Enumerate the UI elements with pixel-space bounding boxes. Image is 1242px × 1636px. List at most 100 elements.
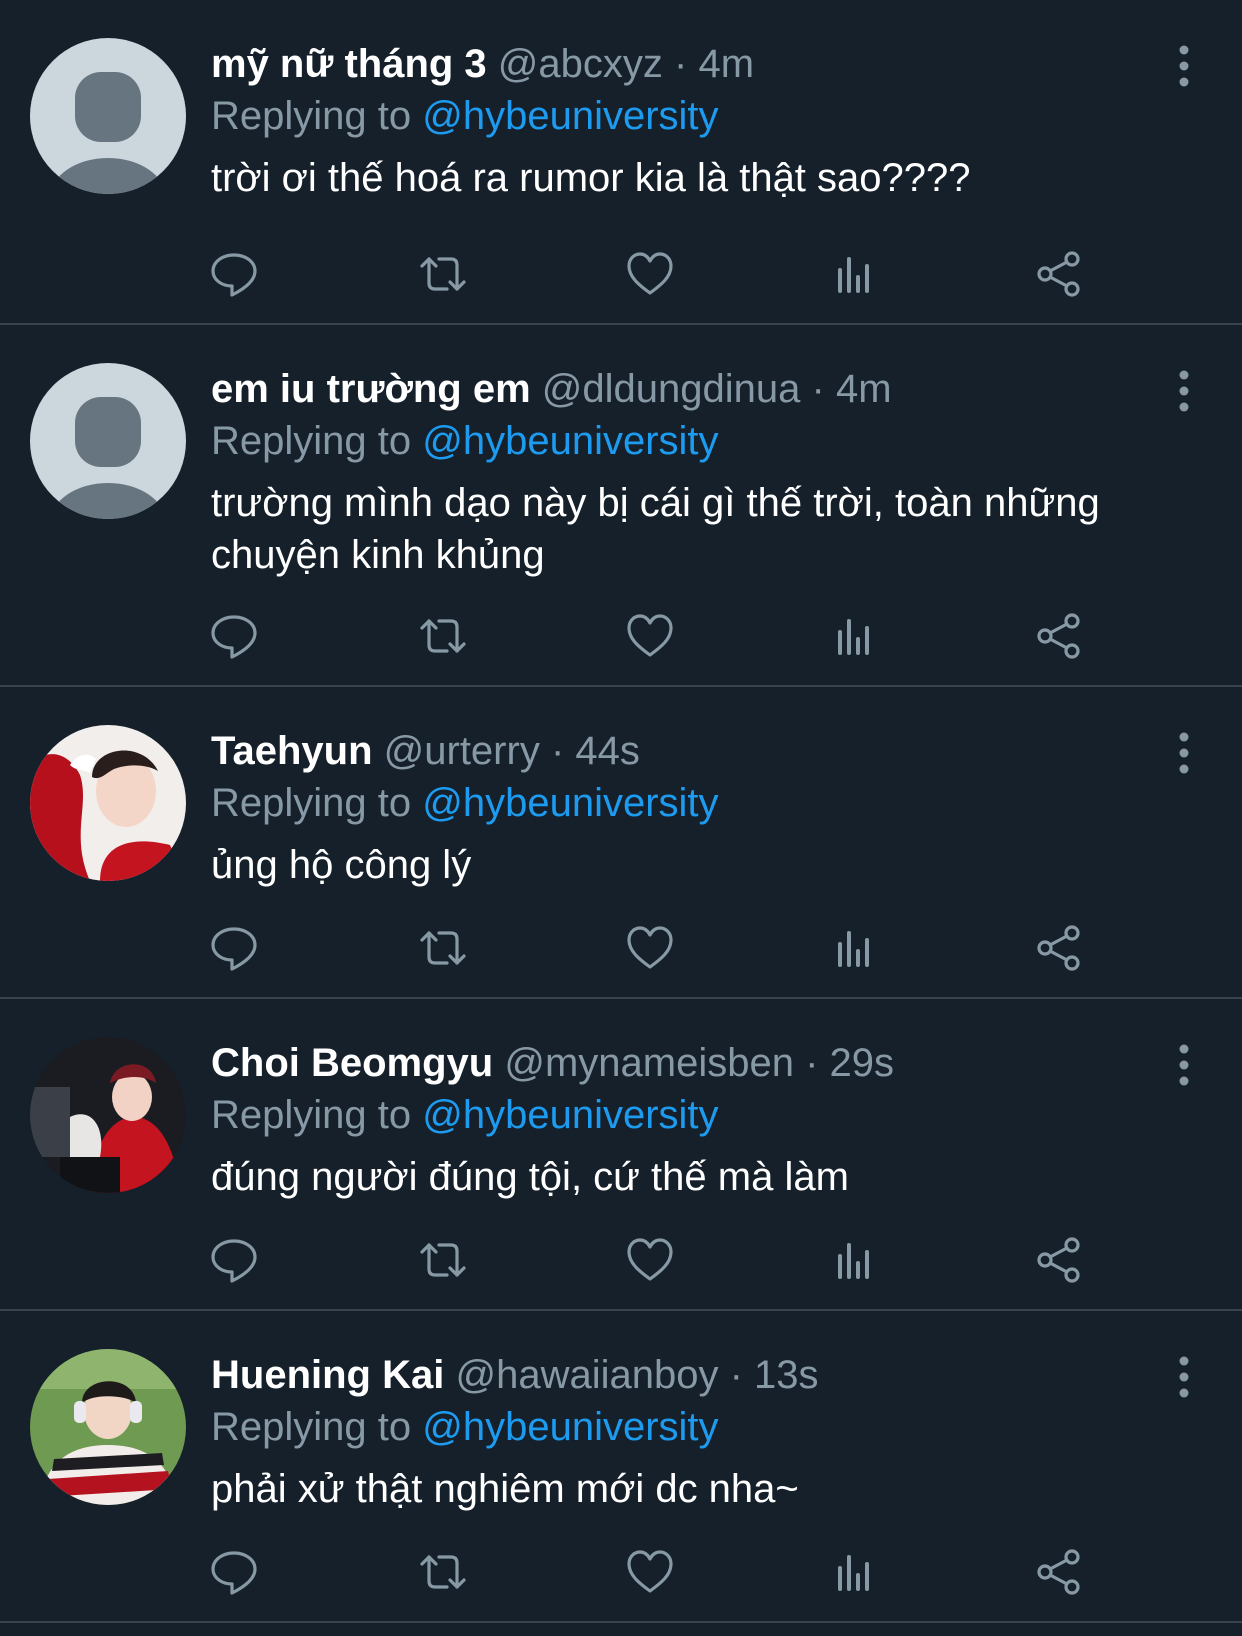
views-icon (838, 1243, 869, 1279)
display-name[interactable]: em iu trường em (211, 367, 531, 411)
user-handle[interactable]: @urterry (384, 729, 540, 773)
replying-to-handle[interactable]: @hybeuniversity (422, 1093, 718, 1137)
reply-button[interactable] (209, 249, 259, 299)
retweet-icon (420, 1555, 466, 1589)
action-bar (211, 1547, 1091, 1597)
reply-tweet[interactable]: em iu trường em @dldungdinua · 4m Replyi… (0, 325, 1242, 687)
tweet-header: em iu trường em @dldungdinua · 4m (211, 363, 1172, 415)
user-avatar[interactable] (30, 725, 186, 881)
replying-to: Replying to @hybeuniversity (211, 90, 1172, 142)
replying-to-handle[interactable]: @hybeuniversity (422, 94, 718, 138)
display-name[interactable]: Huening Kai (211, 1353, 444, 1397)
default-avatar[interactable] (30, 38, 186, 194)
tweet-header: mỹ nữ tháng 3 @abcxyz · 4m (211, 38, 1172, 90)
action-bar (211, 1235, 1091, 1285)
action-bar (211, 923, 1091, 973)
user-handle[interactable]: @mynameisben (504, 1041, 794, 1085)
share-icon (1037, 613, 1080, 659)
tweet-header: Choi Beomgyu @mynameisben · 29s (211, 1037, 1172, 1089)
retweet-button[interactable] (418, 1235, 468, 1285)
replying-to-label: Replying to (211, 419, 412, 463)
reply-button[interactable] (209, 611, 259, 661)
action-bar (211, 249, 1091, 299)
reply-button[interactable] (209, 1235, 259, 1285)
like-icon (627, 1238, 673, 1281)
views-icon (838, 619, 869, 655)
replying-to-handle[interactable]: @hybeuniversity (422, 781, 718, 825)
replying-to: Replying to @hybeuniversity (211, 1401, 1172, 1453)
display-name[interactable]: mỹ nữ tháng 3 (211, 42, 487, 86)
share-icon (1037, 251, 1080, 297)
share-button[interactable] (1034, 249, 1084, 299)
replying-to-handle[interactable]: @hybeuniversity (422, 1405, 718, 1449)
tweet-time[interactable]: · 44s (551, 729, 640, 773)
like-icon (627, 1550, 673, 1593)
like-icon (627, 926, 673, 969)
more-icon[interactable] (1174, 369, 1194, 413)
more-icon[interactable] (1174, 731, 1194, 775)
retweet-button[interactable] (418, 923, 468, 973)
share-icon (1037, 1549, 1080, 1595)
display-name[interactable]: Choi Beomgyu (211, 1041, 493, 1085)
views-button[interactable] (829, 923, 879, 973)
reply-icon (211, 927, 257, 971)
user-avatar[interactable] (30, 1037, 186, 1193)
reply-tweet[interactable]: mỹ nữ tháng 3 @abcxyz · 4m Replying to @… (0, 0, 1242, 325)
reply-tweet[interactable]: Huening Kai @hawaiianboy · 13s Replying … (0, 1311, 1242, 1623)
share-button[interactable] (1034, 611, 1084, 661)
share-button[interactable] (1034, 1547, 1084, 1597)
user-handle[interactable]: @dldungdinua (542, 367, 801, 411)
reply-icon (211, 1239, 257, 1283)
replying-to-handle[interactable]: @hybeuniversity (422, 419, 718, 463)
tweet-time[interactable]: · 4m (812, 367, 892, 411)
like-button[interactable] (625, 611, 675, 661)
reply-icon (211, 253, 257, 297)
default-avatar[interactable] (30, 363, 186, 519)
reply-button[interactable] (209, 923, 259, 973)
user-avatar[interactable] (30, 1349, 186, 1505)
tweet-header: Huening Kai @hawaiianboy · 13s (211, 1349, 1172, 1401)
avatar-photo (30, 1349, 186, 1505)
tweet-header: Taehyun @urterry · 44s (211, 725, 1172, 777)
tweet-text: trời ơi thế hoá ra rumor kia là thật sao… (211, 156, 971, 200)
more-icon[interactable] (1174, 1355, 1194, 1399)
views-icon (838, 1555, 869, 1591)
more-icon[interactable] (1174, 1043, 1194, 1087)
like-button[interactable] (625, 249, 675, 299)
display-name[interactable]: Taehyun (211, 729, 373, 773)
like-icon (627, 614, 673, 657)
like-button[interactable] (625, 1235, 675, 1285)
replying-to-label: Replying to (211, 781, 412, 825)
tweet-time[interactable]: · 4m (674, 42, 754, 86)
views-button[interactable] (829, 1235, 879, 1285)
tweet-time[interactable]: · 13s (730, 1353, 819, 1397)
reply-feed: mỹ nữ tháng 3 @abcxyz · 4m Replying to @… (0, 0, 1242, 1623)
retweet-button[interactable] (418, 1547, 468, 1597)
like-icon (627, 252, 673, 295)
views-button[interactable] (829, 1547, 879, 1597)
like-button[interactable] (625, 923, 675, 973)
tweet-text: đúng người đúng tội, cứ thế mà làm (211, 1155, 849, 1199)
share-button[interactable] (1034, 923, 1084, 973)
user-handle[interactable]: @hawaiianboy (455, 1353, 718, 1397)
retweet-button[interactable] (418, 611, 468, 661)
replying-to-label: Replying to (211, 1093, 412, 1137)
share-button[interactable] (1034, 1235, 1084, 1285)
views-button[interactable] (829, 249, 879, 299)
avatar-photo (30, 725, 186, 881)
tweet-text: phải xử thật nghiêm mới dc nha~ (211, 1467, 799, 1511)
tweet-text: trường mình dạo này bị cái gì thế trời, … (211, 481, 1100, 577)
views-button[interactable] (829, 611, 879, 661)
reply-tweet[interactable]: Choi Beomgyu @mynameisben · 29s Replying… (0, 999, 1242, 1311)
action-bar (211, 611, 1091, 661)
retweet-button[interactable] (418, 249, 468, 299)
user-handle[interactable]: @abcxyz (498, 42, 663, 86)
like-button[interactable] (625, 1547, 675, 1597)
views-icon (838, 257, 869, 293)
reply-tweet[interactable]: Taehyun @urterry · 44s Replying to @hybe… (0, 687, 1242, 999)
more-icon[interactable] (1174, 44, 1194, 88)
replying-to: Replying to @hybeuniversity (211, 777, 1172, 829)
default-avatar-icon (30, 363, 186, 519)
reply-button[interactable] (209, 1547, 259, 1597)
tweet-time[interactable]: · 29s (805, 1041, 894, 1085)
